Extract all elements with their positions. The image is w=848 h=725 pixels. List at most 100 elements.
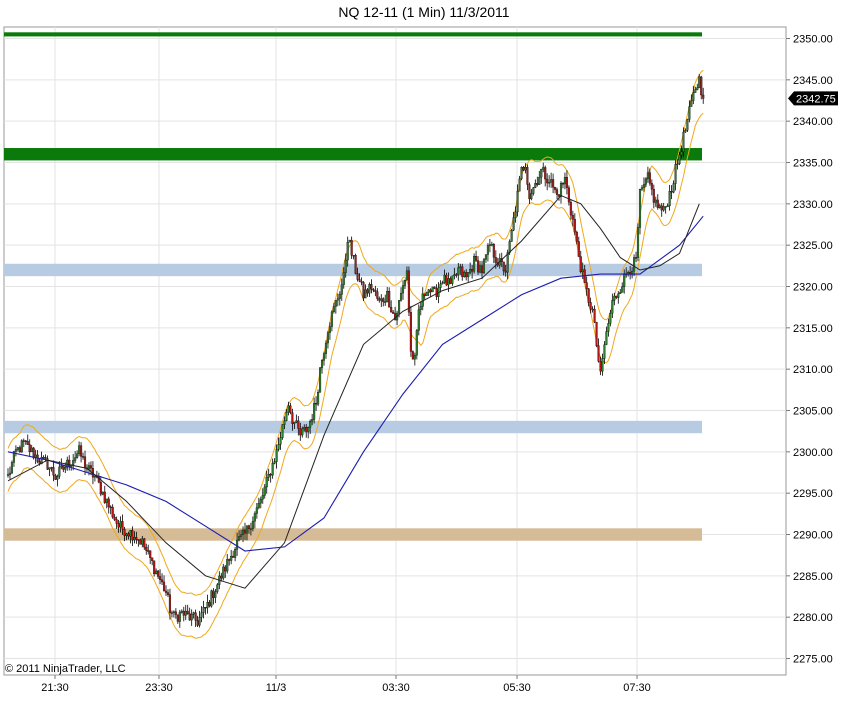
candle-body	[48, 467, 51, 470]
x-tick-label: 07:30	[623, 682, 651, 694]
candle-body	[672, 183, 675, 193]
candle-body	[457, 267, 460, 275]
candle-body	[143, 538, 146, 548]
candle-body	[166, 592, 170, 595]
candle-body	[24, 440, 27, 442]
candle-body	[188, 613, 191, 621]
chart-svg: 2350.00 2345.00 2340.00 2335.00 2330.00 2325.…	[3, 26, 838, 694]
candle-body	[54, 475, 57, 480]
candle-body	[642, 184, 645, 188]
candle-body	[255, 507, 258, 514]
candle-body	[157, 570, 160, 577]
candle-body	[103, 491, 106, 503]
candle-body	[121, 521, 124, 530]
candle-body	[552, 179, 555, 188]
candle-body	[449, 278, 452, 284]
candle-body	[251, 521, 254, 529]
candle-body	[208, 602, 211, 607]
candle-body	[621, 286, 624, 293]
candle-body	[184, 610, 187, 616]
candle-body	[162, 581, 166, 592]
candle-body	[200, 612, 203, 618]
candle-body	[569, 201, 572, 216]
candle-body	[50, 467, 53, 469]
candle-body	[204, 607, 207, 609]
candle-body	[654, 199, 657, 203]
candle-body	[10, 462, 14, 474]
candle-body	[682, 131, 685, 153]
candle-body	[180, 610, 183, 613]
candle-body	[269, 474, 272, 476]
candle-body	[431, 286, 434, 293]
candle-body	[83, 456, 87, 469]
candle-body	[368, 284, 371, 294]
candle-body	[348, 239, 351, 243]
candle-body	[609, 313, 612, 324]
candle-body	[579, 256, 582, 273]
candle-body	[635, 257, 638, 259]
candle-body	[536, 183, 539, 185]
candle-body	[141, 538, 144, 545]
candle-body	[253, 513, 256, 522]
candle-body	[514, 211, 517, 218]
candle-body	[678, 154, 681, 164]
candle-body	[388, 291, 391, 308]
candle-body	[585, 282, 588, 289]
candle-body	[320, 360, 324, 368]
candle-body	[301, 428, 304, 436]
candle-body	[376, 291, 379, 299]
candle-body	[358, 279, 361, 282]
candle-body	[133, 537, 136, 541]
candle-body	[494, 257, 497, 263]
candle-body	[686, 119, 689, 131]
candle-body	[684, 130, 687, 133]
candle-body	[694, 89, 697, 93]
candle-body	[366, 289, 369, 294]
candle-body	[623, 273, 626, 287]
candle-body	[467, 272, 470, 278]
candle-body	[42, 457, 45, 459]
candle-body	[60, 465, 63, 468]
candle-body	[407, 270, 410, 313]
candle-body	[559, 183, 563, 197]
candle-body	[239, 534, 243, 537]
candle-body	[702, 94, 705, 99]
candle-body	[506, 252, 509, 273]
y-tick-label: 2305.00	[793, 406, 833, 418]
candle-body	[690, 100, 693, 107]
candle-body	[330, 311, 333, 327]
candle-body	[591, 308, 594, 311]
y-tick-label: 2345.00	[793, 75, 833, 87]
candle-body	[441, 282, 444, 285]
candle-body	[56, 476, 59, 480]
last-price-marker: 2342.75	[788, 91, 838, 106]
candle-body	[247, 525, 251, 529]
candle-body	[44, 457, 47, 459]
candle-body	[557, 194, 561, 197]
candle-body	[155, 570, 158, 575]
copyright: © 2011 NinjaTrader, LLC	[5, 663, 126, 675]
candle-body	[648, 172, 651, 184]
candle-body	[6, 474, 10, 476]
candle-body	[78, 445, 81, 454]
candle-body	[214, 591, 217, 598]
x-tick-label: 23:30	[145, 682, 173, 694]
candle-body	[544, 167, 547, 180]
y-tick-label: 2300.00	[793, 447, 833, 459]
candle-body	[633, 257, 636, 272]
candle-body	[145, 547, 148, 551]
candle-body	[392, 311, 395, 314]
y-tick-label: 2285.00	[793, 571, 833, 583]
candle-body	[334, 300, 337, 307]
candle-body	[151, 557, 154, 561]
candle-body	[245, 525, 249, 534]
candle-body	[117, 523, 120, 528]
last-price-label: 2342.75	[796, 93, 836, 105]
candle-body	[182, 610, 185, 616]
candle-body	[597, 345, 600, 362]
candle-body	[26, 441, 29, 445]
candle-body	[666, 205, 669, 208]
candle-body	[488, 244, 491, 246]
candle-body	[159, 576, 162, 580]
candle-body	[698, 76, 701, 88]
